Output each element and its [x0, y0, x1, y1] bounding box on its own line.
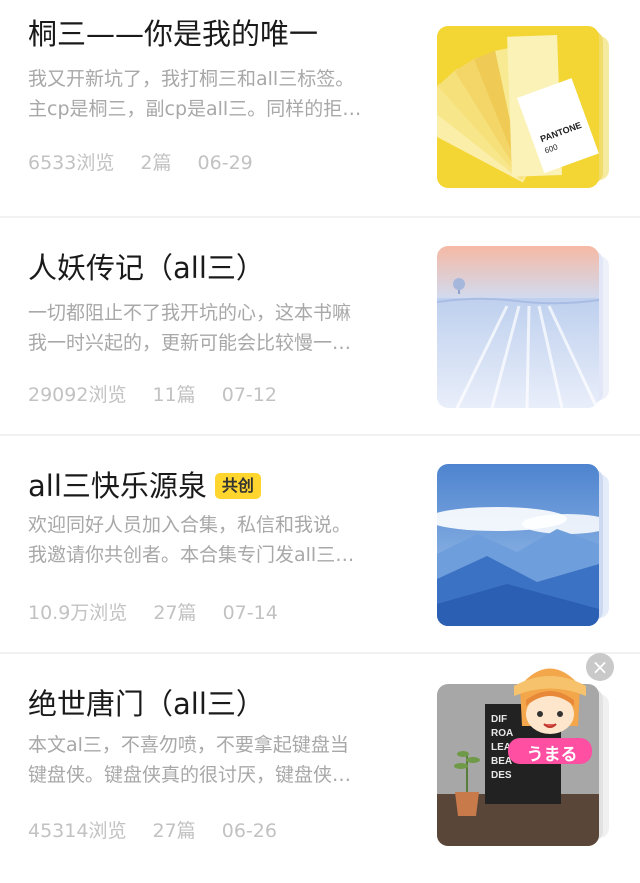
collection-item[interactable]: all三快乐源泉 共创 欢迎同好人员加入合集，私信和我说。 我邀请你共创者。本合… — [0, 436, 640, 654]
collection-description: 本文al三，不喜勿喷，不要拿起键盘当 键盘侠。键盘侠真的很讨厌，键盘侠… — [28, 734, 352, 786]
sticker-text: うまる — [526, 745, 578, 765]
collection-meta: 6533浏览 2篇 06-29 — [28, 148, 273, 175]
article-count: 11篇 — [152, 384, 196, 406]
update-date: 07-12 — [221, 384, 277, 406]
article-count: 2篇 — [140, 152, 172, 174]
snow-field-cover — [437, 246, 599, 408]
cover-stack[interactable] — [437, 464, 613, 628]
collection-item[interactable]: 人妖传记（all三） 一切都阻止不了我开坑的心，这本书嘛 我一时兴起的，更新可能… — [0, 218, 640, 436]
pantone-swatch-cover: PANTONE 600 — [437, 26, 599, 188]
collection-title: 人妖传记（all三） — [28, 251, 265, 285]
article-count: 27篇 — [152, 820, 196, 842]
view-count: 10.9万浏览 — [28, 602, 128, 624]
cover-stack[interactable] — [437, 246, 613, 410]
update-date: 07-14 — [222, 602, 278, 624]
collection-meta: 45314浏览 27篇 06-26 — [28, 816, 297, 843]
view-count: 6533浏览 — [28, 152, 115, 174]
view-count: 45314浏览 — [28, 820, 127, 842]
collection-description: 一切都阻止不了我开坑的心，这本书嘛 我一时兴起的，更新可能会比较慢一… — [28, 302, 352, 354]
article-count: 27篇 — [153, 602, 197, 624]
update-date: 06-29 — [197, 152, 253, 174]
collection-description: 欢迎同好人员加入合集，私信和我说。 我邀请你共创者。本合集专门发all三… — [28, 514, 355, 566]
collection-meta: 29092浏览 11篇 07-12 — [28, 380, 297, 407]
collection-title: 桐三——你是我的唯一 — [28, 17, 319, 51]
collection-meta: 10.9万浏览 27篇 07-14 — [28, 598, 298, 625]
umaru-sticker: うまる — [500, 656, 600, 776]
co-create-badge: 共创 — [214, 473, 261, 499]
view-count: 29092浏览 — [28, 384, 127, 406]
cover-stack[interactable]: PANTONE 600 — [437, 26, 613, 190]
collection-description: 我又开新坑了，我打桐三和all三标签。 主cp是桐三，副cp是all三。同样的拒… — [28, 68, 362, 120]
collection-title: 绝世唐门（all三） — [28, 687, 265, 721]
close-icon[interactable]: × — [586, 653, 614, 681]
update-date: 06-26 — [221, 820, 277, 842]
blue-mountains-cover — [437, 464, 599, 626]
collection-item[interactable]: 桐三——你是我的唯一 我又开新坑了，我打桐三和all三标签。 主cp是桐三，副c… — [0, 0, 640, 218]
collection-title: all三快乐源泉 共创 — [28, 466, 261, 506]
